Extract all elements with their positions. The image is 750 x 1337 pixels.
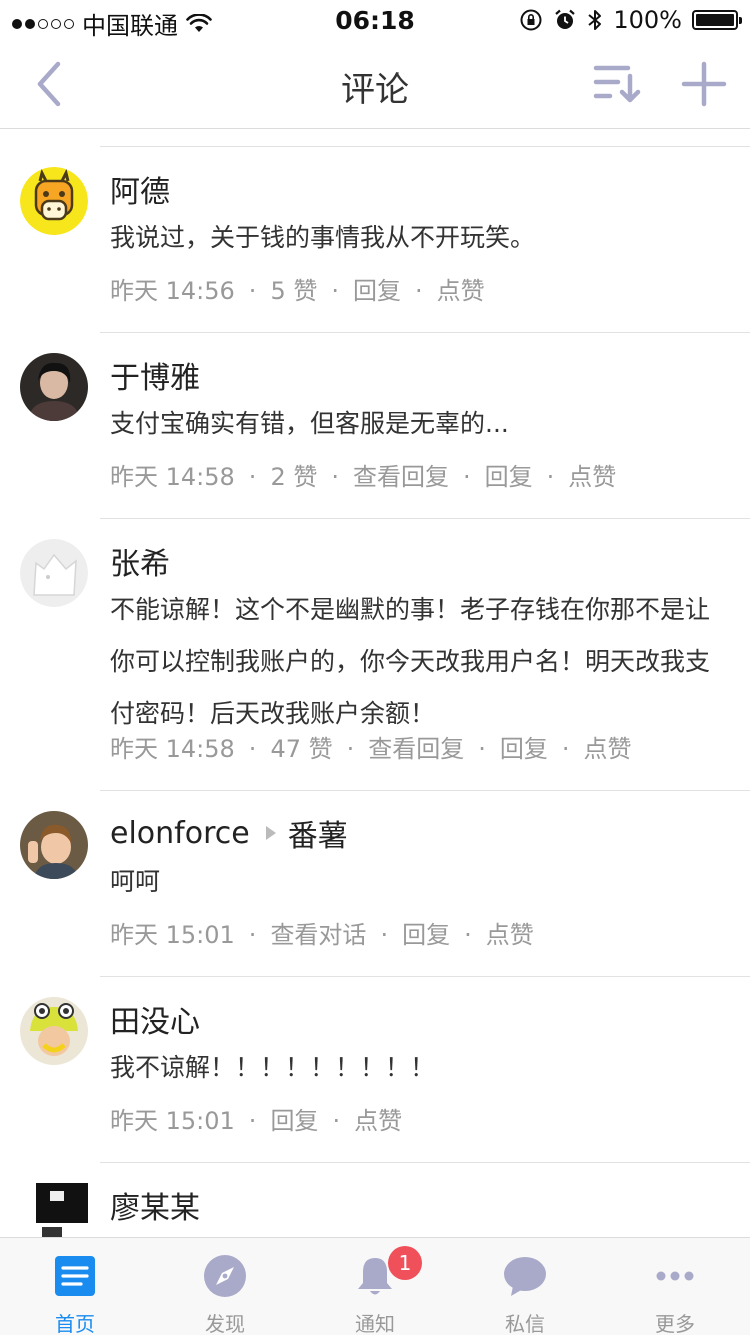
comment-author[interactable]: 廖某某 <box>110 1183 200 1227</box>
user-photo-avatar <box>20 811 88 879</box>
comment-text: 我说过，关于钱的事情我从不开玩笑。 <box>110 223 536 252</box>
like-button[interactable]: 点赞 <box>437 277 485 305</box>
reply-button[interactable]: 回复 <box>270 1107 318 1135</box>
comment-meta: 昨天 14:58 · 47 赞 · 查看回复 · 回复 · 点赞 <box>110 735 632 763</box>
reply-button[interactable]: 回复 <box>485 463 533 491</box>
comment-text: 支付宝确实有错，但客服是无辜的... <box>110 409 509 438</box>
alarm-icon <box>555 9 576 29</box>
comment-author[interactable]: 阿德 <box>110 167 170 211</box>
compass-icon <box>204 1255 246 1297</box>
status-bar: 中国联通 06:18 100% <box>0 0 750 40</box>
avatar[interactable] <box>20 811 88 879</box>
comment-time: 昨天 15:01 <box>110 921 235 949</box>
comment-text: 不能谅解！这个不是幽默的事！老子存钱在你那不是让你可以控制我账户的，你今天改我用… <box>110 595 711 728</box>
comment-author[interactable]: 张希 <box>110 539 170 583</box>
tab-label: 更多 <box>655 1312 695 1336</box>
tab-label: 通知 <box>355 1312 395 1336</box>
avatar[interactable] <box>20 997 88 1065</box>
comment-item[interactable]: 阿德 我说过，关于钱的事情我从不开玩笑。 昨天 14:56 · 5 赞 · 回复 · 点赞 <box>0 147 750 332</box>
comment-time: 昨天 14:56 <box>110 277 235 305</box>
comment-meta: 昨天 14:58 · 2 赞 · 查看回复 · 回复 · 点赞 <box>110 463 617 491</box>
add-icon[interactable] <box>680 60 728 108</box>
like-button[interactable]: 点赞 <box>486 921 534 949</box>
comment-author[interactable]: 田没心 <box>110 997 200 1041</box>
user-photo-avatar <box>20 1183 88 1237</box>
tab-label: 首页 <box>55 1312 95 1336</box>
comment-meta: 昨天 14:56 · 5 赞 · 回复 · 点赞 <box>110 277 485 305</box>
rotation-lock-icon <box>520 9 542 31</box>
nav-bar: 评论 <box>0 40 750 129</box>
sort-icon[interactable] <box>592 62 644 106</box>
comment-item[interactable]: 田没心 我不谅解！！！！！！！！！ 昨天 15:01 · 回复 · 点赞 <box>0 977 750 1162</box>
reply-button[interactable]: 回复 <box>500 735 548 763</box>
notification-badge: 1 <box>388 1246 422 1280</box>
user-photo-avatar <box>20 353 88 421</box>
avatar[interactable] <box>20 167 88 235</box>
default-avatar-icon <box>20 539 88 607</box>
tab-home[interactable]: 首页 <box>0 1238 150 1336</box>
comment-likes: 2 赞 <box>270 463 318 491</box>
comment-list: 阿德 我说过，关于钱的事情我从不开玩笑。 昨天 14:56 · 5 赞 · 回复 · 点赞 … <box>0 129 750 1237</box>
comment-meta: 昨天 15:01 · 查看对话 · 回复 · 点赞 <box>110 921 534 949</box>
comment-text: 我不谅解！！！！！！！！！ <box>110 1053 436 1082</box>
home-list-icon <box>55 1256 95 1296</box>
tab-bar: 首页 发现 1 通知 私信 更多 <box>0 1237 750 1336</box>
tab-label: 发现 <box>205 1312 245 1336</box>
comment-item[interactable]: 廖某某 <box>0 1163 750 1237</box>
tab-notifications[interactable]: 1 通知 <box>300 1238 450 1336</box>
comment-meta: 昨天 15:01 · 回复 · 点赞 <box>110 1107 403 1135</box>
tab-messages[interactable]: 私信 <box>450 1238 600 1336</box>
reply-button[interactable]: 回复 <box>402 921 450 949</box>
comment-text: 呵呵 <box>110 867 161 896</box>
view-replies-button[interactable]: 查看回复 <box>353 463 449 491</box>
battery-fill <box>696 14 734 26</box>
comment-author[interactable]: elonforce 番薯 <box>110 811 348 855</box>
avatar[interactable] <box>20 353 88 421</box>
reply-to-user[interactable]: 番薯 <box>288 811 348 855</box>
more-dots-icon <box>656 1271 694 1281</box>
view-replies-button[interactable]: 查看回复 <box>368 735 464 763</box>
view-conversation-button[interactable]: 查看对话 <box>270 921 366 949</box>
comment-likes: 5 赞 <box>270 277 318 305</box>
tab-more[interactable]: 更多 <box>600 1238 750 1336</box>
comment-item[interactable]: 于博雅 支付宝确实有错，但客服是无辜的... 昨天 14:58 · 2 赞 · 查看回复… <box>0 333 750 518</box>
comment-item[interactable]: 张希 不能谅解！这个不是幽默的事！老子存钱在你那不是让你可以控制我账户的，你今天… <box>0 519 750 789</box>
reply-arrow-icon <box>265 826 276 840</box>
battery-icon <box>692 10 742 30</box>
comment-time: 昨天 14:58 <box>110 735 235 763</box>
comment-item[interactable]: elonforce 番薯 呵呵 昨天 15:01 · 查看对话 · 回复 · 点赞 <box>0 791 750 976</box>
tab-label: 私信 <box>505 1312 545 1336</box>
reply-button[interactable]: 回复 <box>353 277 401 305</box>
comment-author[interactable]: 于博雅 <box>110 353 200 397</box>
comment-likes: 47 赞 <box>270 735 333 763</box>
giraffe-avatar-icon <box>20 167 88 235</box>
comment-time: 昨天 15:01 <box>110 1107 235 1135</box>
like-button[interactable]: 点赞 <box>354 1107 402 1135</box>
bluetooth-icon <box>588 10 602 30</box>
status-right: 100% <box>519 6 742 34</box>
comment-time: 昨天 14:58 <box>110 463 235 491</box>
like-button[interactable]: 点赞 <box>584 735 632 763</box>
like-button[interactable]: 点赞 <box>568 463 616 491</box>
chat-bubble-icon <box>504 1257 546 1296</box>
tab-discover[interactable]: 发现 <box>150 1238 300 1336</box>
user-photo-avatar <box>20 997 88 1065</box>
avatar[interactable] <box>20 539 88 607</box>
avatar[interactable] <box>20 1183 88 1237</box>
battery-percent: 100% <box>613 6 682 34</box>
